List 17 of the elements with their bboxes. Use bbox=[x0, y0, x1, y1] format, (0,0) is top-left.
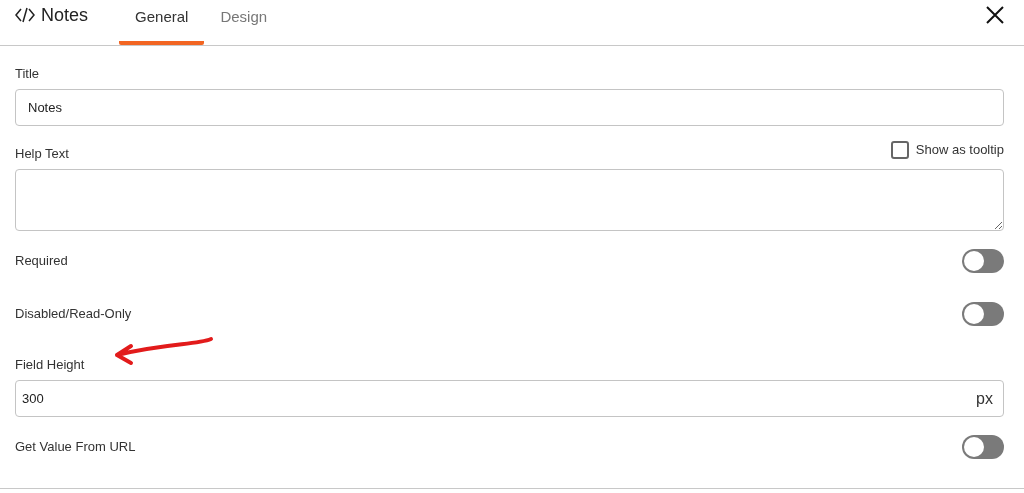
checkbox[interactable] bbox=[890, 141, 909, 159]
field-label: Disabled/Read-Only bbox=[15, 305, 132, 324]
field-label: Title bbox=[15, 65, 40, 84]
field-label: Help Text bbox=[15, 145, 69, 164]
field-label: Get Value From URL bbox=[15, 438, 136, 457]
tab[interactable]: Design bbox=[204, 0, 284, 45]
tab[interactable]: General bbox=[119, 0, 205, 45]
checkbox-label: Show as tooltip bbox=[915, 141, 1004, 160]
toggle-switch[interactable] bbox=[962, 435, 1004, 459]
field-label: Field Height bbox=[15, 356, 85, 375]
toggle-switch[interactable] bbox=[962, 302, 1004, 326]
text-field[interactable]: Notes bbox=[15, 89, 1004, 126]
height-field[interactable]: 300 px bbox=[15, 380, 1004, 417]
field-label: Required bbox=[15, 252, 68, 271]
panel-title: Notes bbox=[41, 3, 89, 27]
code-icon bbox=[15, 7, 35, 23]
toggle-switch[interactable] bbox=[962, 249, 1004, 273]
